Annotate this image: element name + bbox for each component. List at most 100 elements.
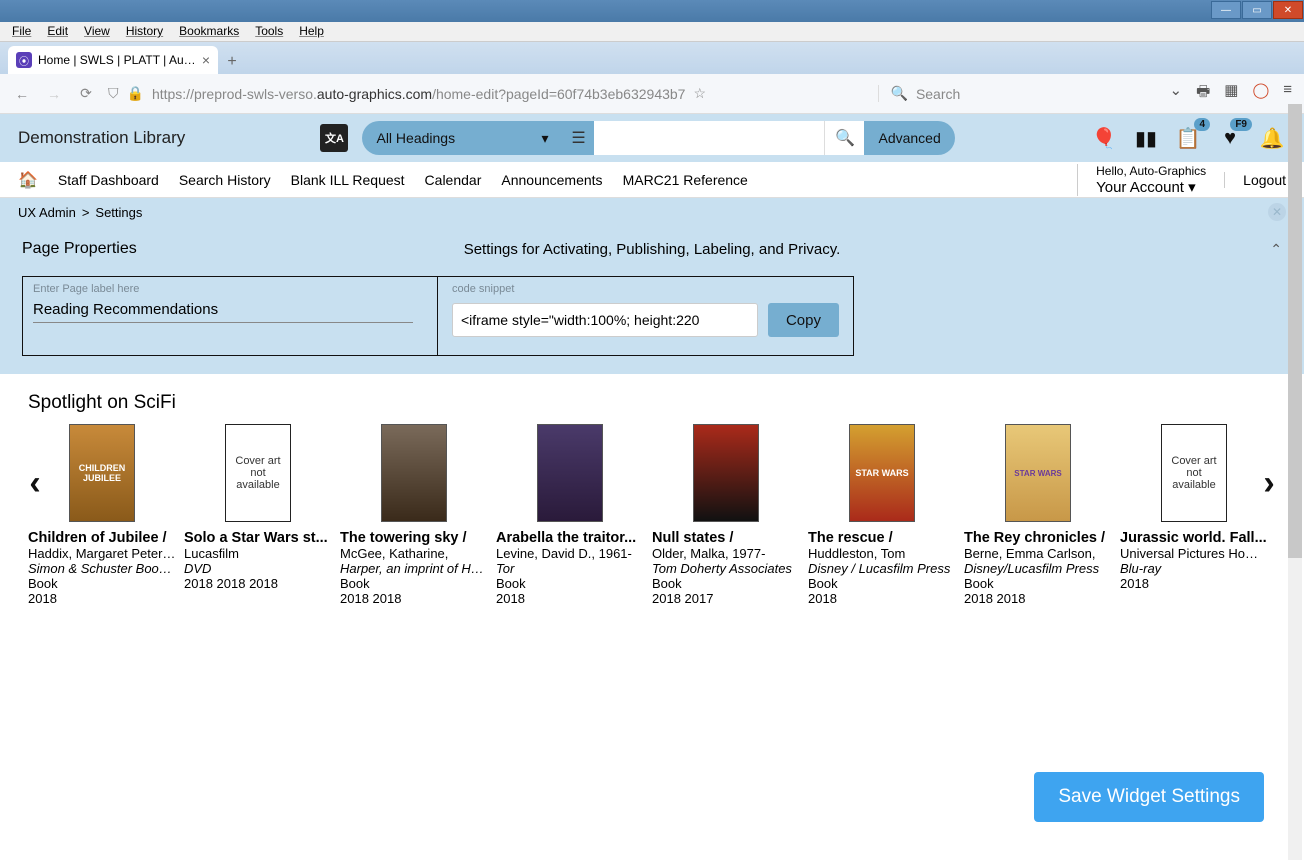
nav-menu: 🏠 Staff Dashboard Search History Blank I… bbox=[0, 162, 1304, 198]
catalog-search-input[interactable] bbox=[594, 121, 824, 155]
nav-blank-ill[interactable]: Blank ILL Request bbox=[291, 172, 405, 188]
book-publisher: Disney / Lucasfilm Press bbox=[808, 561, 956, 576]
book-publisher: Disney/Lucasfilm Press bbox=[964, 561, 1112, 576]
nav-marc21[interactable]: MARC21 Reference bbox=[623, 172, 748, 188]
book-year: 2018 bbox=[496, 591, 644, 606]
window-maximize-button[interactable]: ▭ bbox=[1242, 1, 1272, 19]
logout-link[interactable]: Logout bbox=[1224, 172, 1286, 188]
carousel-card[interactable]: Arabella the traitor...Levine, David D.,… bbox=[496, 424, 644, 606]
pocket-icon[interactable]: ⌄ bbox=[1170, 81, 1183, 106]
header-icons: 🎈 ▮▮ 📋4 ♥F9 🔔 bbox=[1090, 124, 1286, 152]
browser-tabstrip: ⦿ Home | SWLS | PLATT | Auto-Gr × + bbox=[0, 42, 1304, 74]
nav-staff-dashboard[interactable]: Staff Dashboard bbox=[58, 172, 159, 188]
vertical-scrollbar[interactable] bbox=[1288, 104, 1302, 860]
book-cover: STAR WARS bbox=[1005, 424, 1071, 522]
tab-close-button[interactable]: × bbox=[202, 52, 210, 68]
url-bar[interactable]: ⛉ 🔒 https://preprod-swls-verso.auto-grap… bbox=[108, 85, 866, 102]
database-icon[interactable]: ☰ bbox=[562, 121, 594, 155]
carousel-card[interactable]: STAR WARSThe rescue /Huddleston, TomDisn… bbox=[808, 424, 956, 606]
carousel-card[interactable]: STAR WARS The Rey chronicles /Berne, Emma… bbox=[964, 424, 1112, 606]
scan-icon[interactable]: ▮▮ bbox=[1132, 124, 1160, 152]
list-icon[interactable]: 📋4 bbox=[1174, 124, 1202, 152]
browser-search-field[interactable]: 🔍 Search bbox=[878, 85, 1158, 102]
breadcrumb-ux-admin[interactable]: UX Admin bbox=[18, 205, 76, 220]
carousel-card[interactable]: Cover art not availableJurassic world. F… bbox=[1120, 424, 1268, 606]
browser-toolbar: ← → ⟳ ⛉ 🔒 https://preprod-swls-verso.aut… bbox=[0, 74, 1304, 114]
balloon-icon[interactable]: 🎈 bbox=[1090, 124, 1118, 152]
list-badge: 4 bbox=[1194, 118, 1210, 131]
menu-bookmarks[interactable]: Bookmarks bbox=[171, 22, 247, 41]
home-icon[interactable]: 🏠 bbox=[18, 170, 38, 190]
page-properties-desc: Settings for Activating, Publishing, Lab… bbox=[464, 241, 841, 258]
collapse-button[interactable]: ⌃ bbox=[1270, 241, 1282, 258]
page-properties-title: Page Properties bbox=[22, 240, 137, 258]
headings-dropdown[interactable]: All Headings ▾ bbox=[362, 121, 562, 155]
catalog-search-button[interactable]: 🔍 bbox=[824, 121, 864, 155]
menu-edit[interactable]: Edit bbox=[39, 22, 76, 41]
nav-calendar[interactable]: Calendar bbox=[425, 172, 482, 188]
book-title: Solo a Star Wars st... bbox=[184, 530, 332, 546]
menu-file[interactable]: File bbox=[4, 22, 39, 41]
back-button[interactable]: ← bbox=[12, 84, 32, 104]
carousel-section: Spotlight on SciFi ‹ CHILDREN JUBILEEChi… bbox=[0, 374, 1304, 624]
browser-tab[interactable]: ⦿ Home | SWLS | PLATT | Auto-Gr × bbox=[8, 46, 218, 74]
book-format: Book bbox=[28, 576, 176, 591]
breadcrumb-close-button[interactable]: ✕ bbox=[1268, 203, 1286, 221]
window-close-button[interactable]: ✕ bbox=[1273, 1, 1303, 19]
book-year: 2018 bbox=[808, 591, 956, 606]
book-author: McGee, Katharine, bbox=[340, 546, 488, 561]
carousel-next-button[interactable]: › bbox=[1254, 464, 1284, 503]
translate-icon[interactable]: 文A bbox=[320, 124, 348, 152]
breadcrumb: UX Admin > Settings ✕ bbox=[0, 198, 1304, 226]
menu-history[interactable]: History bbox=[118, 22, 171, 41]
print-icon[interactable]: 🖶 bbox=[1196, 81, 1210, 106]
search-placeholder: Search bbox=[916, 86, 960, 102]
library-name: Demonstration Library bbox=[18, 128, 185, 148]
advanced-search-button[interactable]: Advanced bbox=[864, 121, 954, 155]
window-titlebar: — ▭ ✕ bbox=[0, 0, 1304, 22]
book-publisher: Tor bbox=[496, 561, 644, 576]
book-format: 2018 2018 2018 bbox=[184, 576, 332, 591]
window-minimize-button[interactable]: — bbox=[1211, 1, 1241, 19]
security-icon[interactable]: ◯ bbox=[1252, 81, 1269, 106]
search-icon: 🔍 bbox=[891, 85, 908, 102]
book-author: Haddix, Margaret Peterson, bbox=[28, 546, 176, 561]
account-dropdown[interactable]: Hello, Auto-Graphics Your Account ▾ bbox=[1096, 164, 1206, 196]
book-format: Book bbox=[652, 576, 800, 591]
menu-view[interactable]: View bbox=[76, 22, 118, 41]
carousel: ‹ CHILDREN JUBILEEChildren of Jubilee /H… bbox=[28, 424, 1276, 606]
book-title: The Rey chronicles / bbox=[964, 530, 1112, 546]
copy-button[interactable]: Copy bbox=[768, 303, 839, 337]
page-label-input[interactable] bbox=[33, 297, 413, 323]
new-tab-button[interactable]: + bbox=[218, 50, 246, 74]
breadcrumb-separator: > bbox=[82, 205, 90, 220]
snippet-label: code snippet bbox=[452, 283, 839, 295]
snippet-input[interactable] bbox=[452, 303, 758, 337]
browser-tool-icons: ⌄ 🖶 ▦ ◯ ≡ bbox=[1170, 81, 1293, 106]
book-publisher: Blu-ray bbox=[1120, 561, 1268, 576]
heart-icon[interactable]: ♥F9 bbox=[1216, 124, 1244, 152]
carousel-card[interactable]: The towering sky /McGee, Katharine,Harpe… bbox=[340, 424, 488, 606]
book-author: Levine, David D., 1961- bbox=[496, 546, 644, 561]
book-cover: CHILDREN JUBILEE bbox=[69, 424, 135, 522]
book-author: Lucasfilm bbox=[184, 546, 332, 561]
nav-announcements[interactable]: Announcements bbox=[501, 172, 602, 188]
menu-icon[interactable]: ≡ bbox=[1283, 81, 1292, 106]
bell-icon[interactable]: 🔔 bbox=[1258, 124, 1286, 152]
carousel-card[interactable]: CHILDREN JUBILEEChildren of Jubilee /Had… bbox=[28, 424, 176, 606]
book-year: 2018 bbox=[28, 591, 176, 606]
carousel-prev-button[interactable]: ‹ bbox=[20, 464, 50, 503]
star-icon[interactable]: ☆ bbox=[693, 85, 706, 102]
forward-button[interactable]: → bbox=[44, 84, 64, 104]
book-cover bbox=[381, 424, 447, 522]
book-year: 2018 2018 bbox=[964, 591, 1112, 606]
save-widget-settings-button[interactable]: Save Widget Settings bbox=[1034, 772, 1264, 822]
menu-tools[interactable]: Tools bbox=[247, 22, 291, 41]
extension-icon[interactable]: ▦ bbox=[1224, 81, 1238, 106]
reload-button[interactable]: ⟳ bbox=[76, 84, 96, 104]
menu-help[interactable]: Help bbox=[291, 22, 332, 41]
carousel-card[interactable]: Cover art not availableSolo a Star Wars … bbox=[184, 424, 332, 606]
nav-search-history[interactable]: Search History bbox=[179, 172, 271, 188]
book-author: Berne, Emma Carlson, bbox=[964, 546, 1112, 561]
carousel-card[interactable]: Null states /Older, Malka, 1977-Tom Dohe… bbox=[652, 424, 800, 606]
